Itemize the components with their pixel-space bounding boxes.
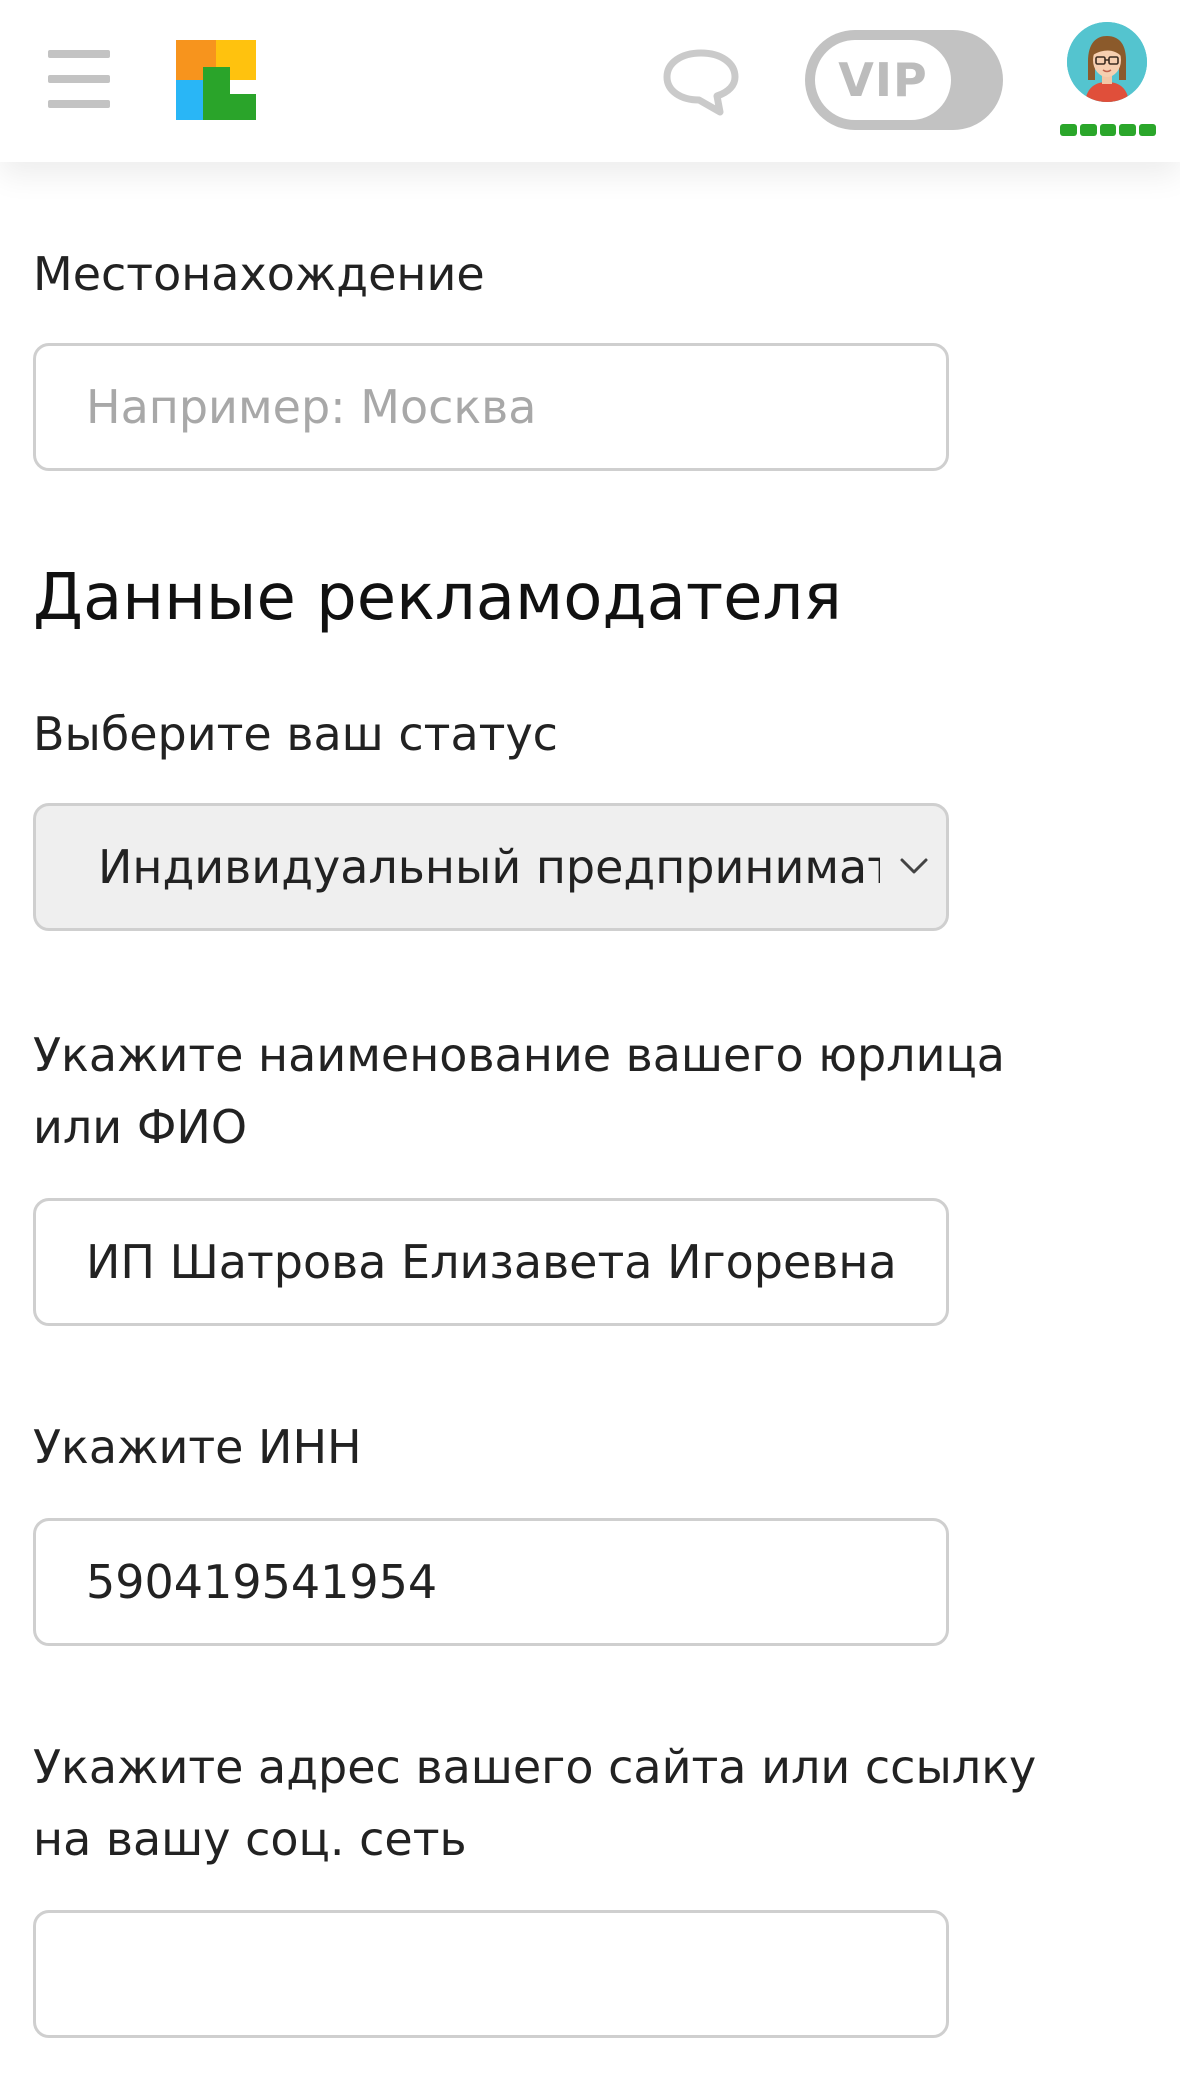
- chevron-down-icon: [900, 858, 928, 874]
- location-label: Местонахождение: [33, 247, 485, 301]
- avatar-illustration-icon: [1067, 22, 1147, 102]
- vip-toggle-label: VIP: [815, 40, 951, 120]
- location-input[interactable]: [33, 343, 949, 471]
- status-label: Выберите ваш статус: [33, 707, 558, 761]
- rating-segment: [1119, 124, 1137, 136]
- inn-input[interactable]: [33, 1518, 949, 1646]
- hamburger-menu-icon[interactable]: [48, 50, 110, 108]
- advertiser-section-title: Данные рекламодателя: [33, 561, 842, 635]
- user-rating-bar: [1060, 124, 1156, 136]
- site-logo[interactable]: [176, 40, 256, 120]
- top-app-bar: VIP: [0, 0, 1180, 162]
- vip-toggle[interactable]: VIP: [805, 30, 1003, 130]
- menu-bar-line: [48, 50, 110, 58]
- website-label-line1: Укажите адрес вашего сайта или ссылку: [33, 1740, 1037, 1794]
- menu-bar-line: [48, 75, 110, 83]
- rating-segment: [1139, 124, 1156, 136]
- website-input[interactable]: [33, 1910, 949, 2038]
- status-select-value: Индивидуальный предприниматель: [98, 840, 880, 894]
- legal-name-input[interactable]: [33, 1198, 949, 1326]
- rating-segment: [1099, 124, 1117, 136]
- page: VIP Местонахождение Например: Москва Дан…: [0, 0, 1180, 2099]
- website-label-line2: на вашу соц. сеть: [33, 1812, 467, 1866]
- speech-bubble-icon: [663, 49, 739, 116]
- status-select[interactable]: Индивидуальный предприниматель: [33, 803, 949, 931]
- rating-segment: [1079, 124, 1097, 136]
- user-avatar[interactable]: [1067, 22, 1147, 102]
- legal-name-label-line2: или ФИО: [33, 1100, 248, 1154]
- messages-button[interactable]: [662, 48, 740, 116]
- rating-segment: [1060, 124, 1077, 136]
- color-squares-logo-icon: [176, 40, 256, 120]
- legal-name-label-line1: Укажите наименование вашего юрлица: [33, 1028, 1005, 1082]
- menu-bar-line: [48, 100, 110, 108]
- inn-label: Укажите ИНН: [33, 1420, 362, 1474]
